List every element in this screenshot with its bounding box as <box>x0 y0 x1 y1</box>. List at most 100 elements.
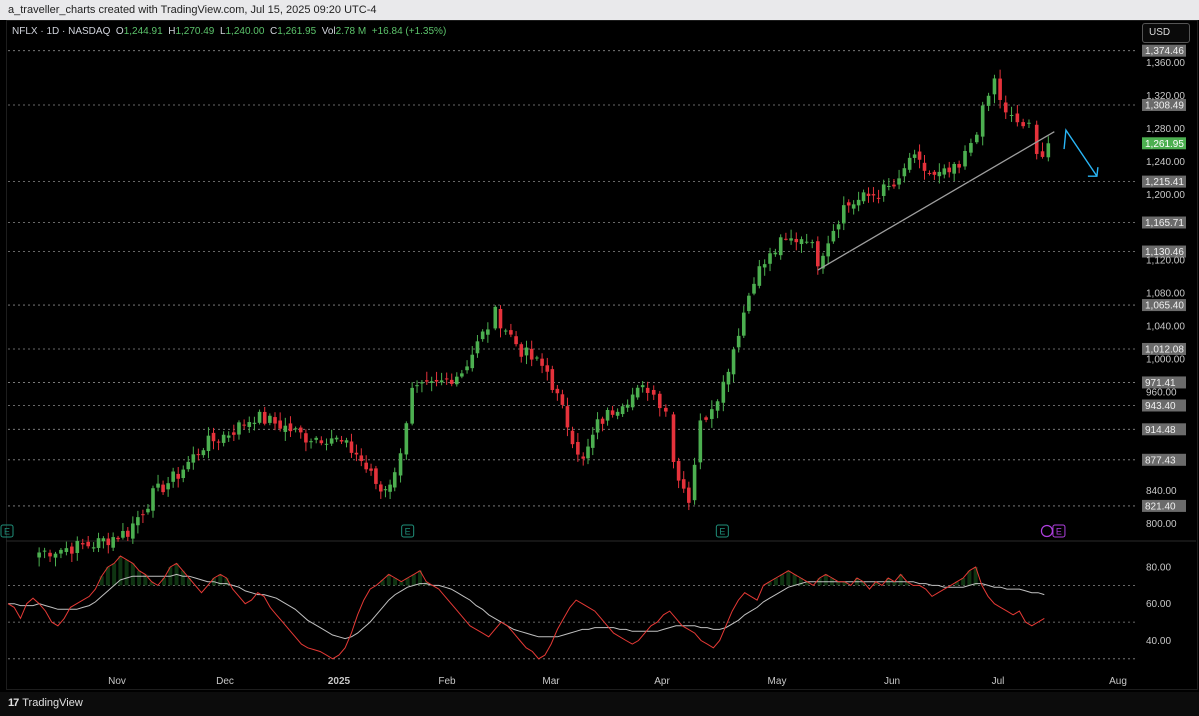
earnings-marker-label: E <box>1056 527 1062 537</box>
candle-body <box>866 193 871 196</box>
ohlc-legend: NFLX · 1D · NASDAQ O1,244.91 H1,270.49 L… <box>12 26 446 37</box>
candle-body <box>226 435 231 438</box>
candle-body <box>731 349 736 375</box>
level-label: 1,215.41 <box>1145 177 1184 188</box>
level-label: 914.48 <box>1145 425 1176 436</box>
candle-body <box>897 178 901 185</box>
candle-body <box>922 162 927 171</box>
candle-body <box>298 427 303 433</box>
candle-body <box>804 241 809 243</box>
candle-body <box>710 409 714 419</box>
candle-body <box>1034 124 1039 154</box>
candle-body <box>498 308 503 329</box>
candle-body <box>957 164 961 168</box>
candle-body <box>586 446 590 459</box>
candle-body <box>952 163 956 174</box>
candle-body <box>369 468 373 471</box>
candle-body <box>831 230 836 242</box>
candle-body <box>635 387 640 398</box>
x-tick-label: Apr <box>654 676 670 687</box>
candle-body <box>980 105 985 137</box>
candle-body <box>861 192 866 202</box>
candle-body <box>975 134 979 143</box>
rsi-overbought-fill <box>792 574 797 586</box>
candle-body <box>309 441 313 443</box>
candle-body <box>942 168 947 175</box>
rsi-overbought-fill <box>130 563 135 586</box>
candle-body <box>998 78 1002 100</box>
candle-body <box>605 409 610 421</box>
candle-body <box>595 419 600 433</box>
candle-body <box>91 547 96 549</box>
candle-body <box>268 415 272 423</box>
candle-body <box>881 184 886 196</box>
rsi-y-tick-label: 80.00 <box>1146 563 1171 574</box>
x-tick-label: May <box>768 676 787 687</box>
candle-body <box>907 157 912 170</box>
candle-body <box>324 443 329 445</box>
candle-body <box>514 336 518 345</box>
candle-body <box>657 393 662 409</box>
rsi-overbought-fill <box>780 574 785 586</box>
legend-change: +16.84 (+1.35%) <box>371 26 447 37</box>
candle-body <box>789 238 793 241</box>
candle-body <box>816 241 820 267</box>
rsi-y-tick-label: 40.00 <box>1146 636 1171 647</box>
candle-body <box>519 344 524 357</box>
candle-body <box>902 168 907 177</box>
candle-body <box>59 549 63 554</box>
candle-body <box>741 312 746 336</box>
candle-body <box>736 335 741 348</box>
candle-body <box>221 434 226 443</box>
candle-body <box>136 517 140 526</box>
projection-arrowhead <box>1087 167 1099 177</box>
candle-body <box>388 484 392 492</box>
candle-body <box>645 387 650 393</box>
candle-body <box>912 154 917 158</box>
projection-arrow <box>1063 128 1098 177</box>
candle-body <box>86 541 90 547</box>
tradingview-logo[interactable]: 17 TradingView <box>8 697 83 709</box>
x-tick-label: 2025 <box>328 676 351 687</box>
y-tick-label: 1,320.00 <box>1146 91 1185 102</box>
candle-body <box>1003 102 1008 113</box>
candle-body <box>206 435 211 452</box>
candle-body <box>314 437 318 440</box>
candle-body <box>420 382 424 384</box>
x-tick-label: Dec <box>216 676 234 687</box>
y-tick-label: 1,200.00 <box>1146 190 1185 201</box>
candle-body <box>364 462 368 470</box>
rsi-overbought-fill <box>836 581 841 586</box>
candle-body <box>794 238 799 243</box>
level-label: 1,165.71 <box>1145 218 1184 229</box>
candle-body <box>415 385 419 387</box>
level-label: 877.43 <box>1145 455 1176 466</box>
candle-body <box>37 552 41 558</box>
candle-body <box>540 358 544 366</box>
candle-body <box>398 453 403 476</box>
candle-body <box>166 483 170 490</box>
dividend-bolt-icon <box>1040 524 1054 538</box>
candle-body <box>757 266 762 286</box>
candle-body <box>201 450 206 456</box>
currency-button[interactable]: USD <box>1142 23 1190 43</box>
candle-body <box>1046 143 1051 158</box>
candle-body <box>503 330 508 332</box>
candle-body <box>181 469 186 479</box>
candle-body <box>53 553 58 558</box>
candle-body <box>620 406 625 415</box>
candle-body <box>529 348 534 360</box>
tv-logo-icon: 17 <box>8 697 19 709</box>
y-tick-label: 1,080.00 <box>1146 289 1185 300</box>
candle-body <box>379 484 383 492</box>
y-tick-label: 1,240.00 <box>1146 157 1185 168</box>
candle-body <box>64 548 69 552</box>
legend-vol: 2.78 M <box>335 26 367 37</box>
candle-body <box>630 394 635 408</box>
candle-body <box>439 380 444 383</box>
candle-body <box>664 407 668 412</box>
candle-body <box>927 172 932 174</box>
candle-body <box>550 369 555 390</box>
footer-brand: TradingView <box>22 697 83 709</box>
price-chart[interactable]: 1,374.461,308.491,215.411,165.711,130.46… <box>0 0 1199 716</box>
